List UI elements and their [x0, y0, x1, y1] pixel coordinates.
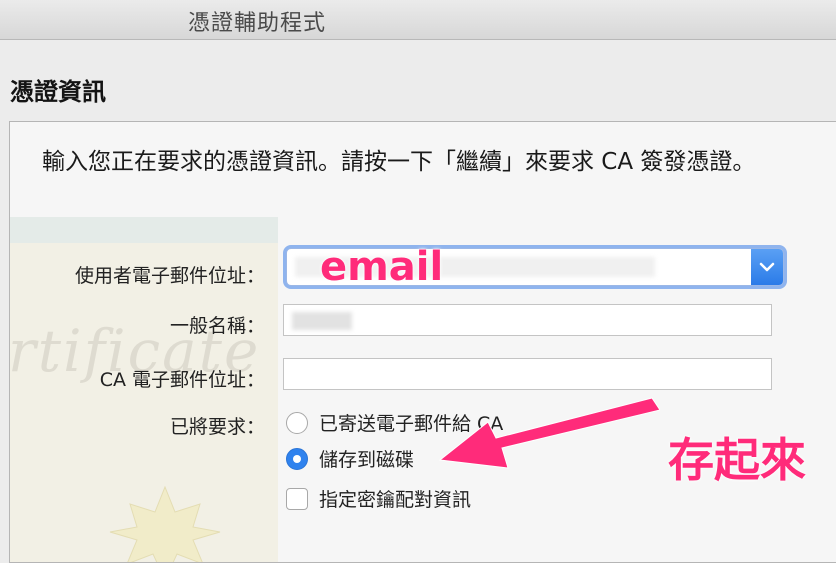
email-label: 使用者電子郵件位址： [74, 265, 265, 287]
common-name-field[interactable] [283, 304, 772, 336]
common-name-label: 一般名稱： [169, 315, 265, 337]
intro-text: 輸入您正在要求的憑證資訊。請按一下「繼續」來要求 CA 簽發憑證。 [42, 149, 756, 175]
section-title: 憑證資訊 [10, 78, 106, 106]
certificate-seal-icon [109, 485, 221, 562]
keypair-option-label[interactable]: 指定密鑰配對資訊 [319, 485, 471, 512]
keypair-checkbox[interactable] [286, 488, 308, 510]
annotation-arrow-icon [438, 397, 660, 469]
save-to-disk-option-label[interactable]: 儲存到磁碟 [319, 445, 414, 472]
save-annotation: 存起來 [668, 433, 806, 487]
chevron-down-icon [759, 262, 775, 272]
watermark-band [10, 217, 278, 243]
window-titlebar: 憑證輔助程式 [0, 0, 836, 40]
certificate-info-panel: rtificate 輸入您正在要求的憑證資訊。請按一下「繼續」來要求 CA 簽發… [9, 121, 836, 563]
email-annotation: email [320, 244, 444, 290]
ca-email-field[interactable] [283, 358, 772, 390]
request-label: 已將要求： [169, 416, 265, 438]
window-title: 憑證輔助程式 [188, 11, 327, 36]
emailed-radio[interactable] [286, 412, 308, 434]
save-to-disk-radio[interactable] [286, 448, 308, 470]
common-name-redacted [292, 312, 352, 330]
ca-email-label: CA 電子郵件位址： [99, 369, 265, 391]
email-dropdown-button[interactable] [751, 249, 783, 285]
